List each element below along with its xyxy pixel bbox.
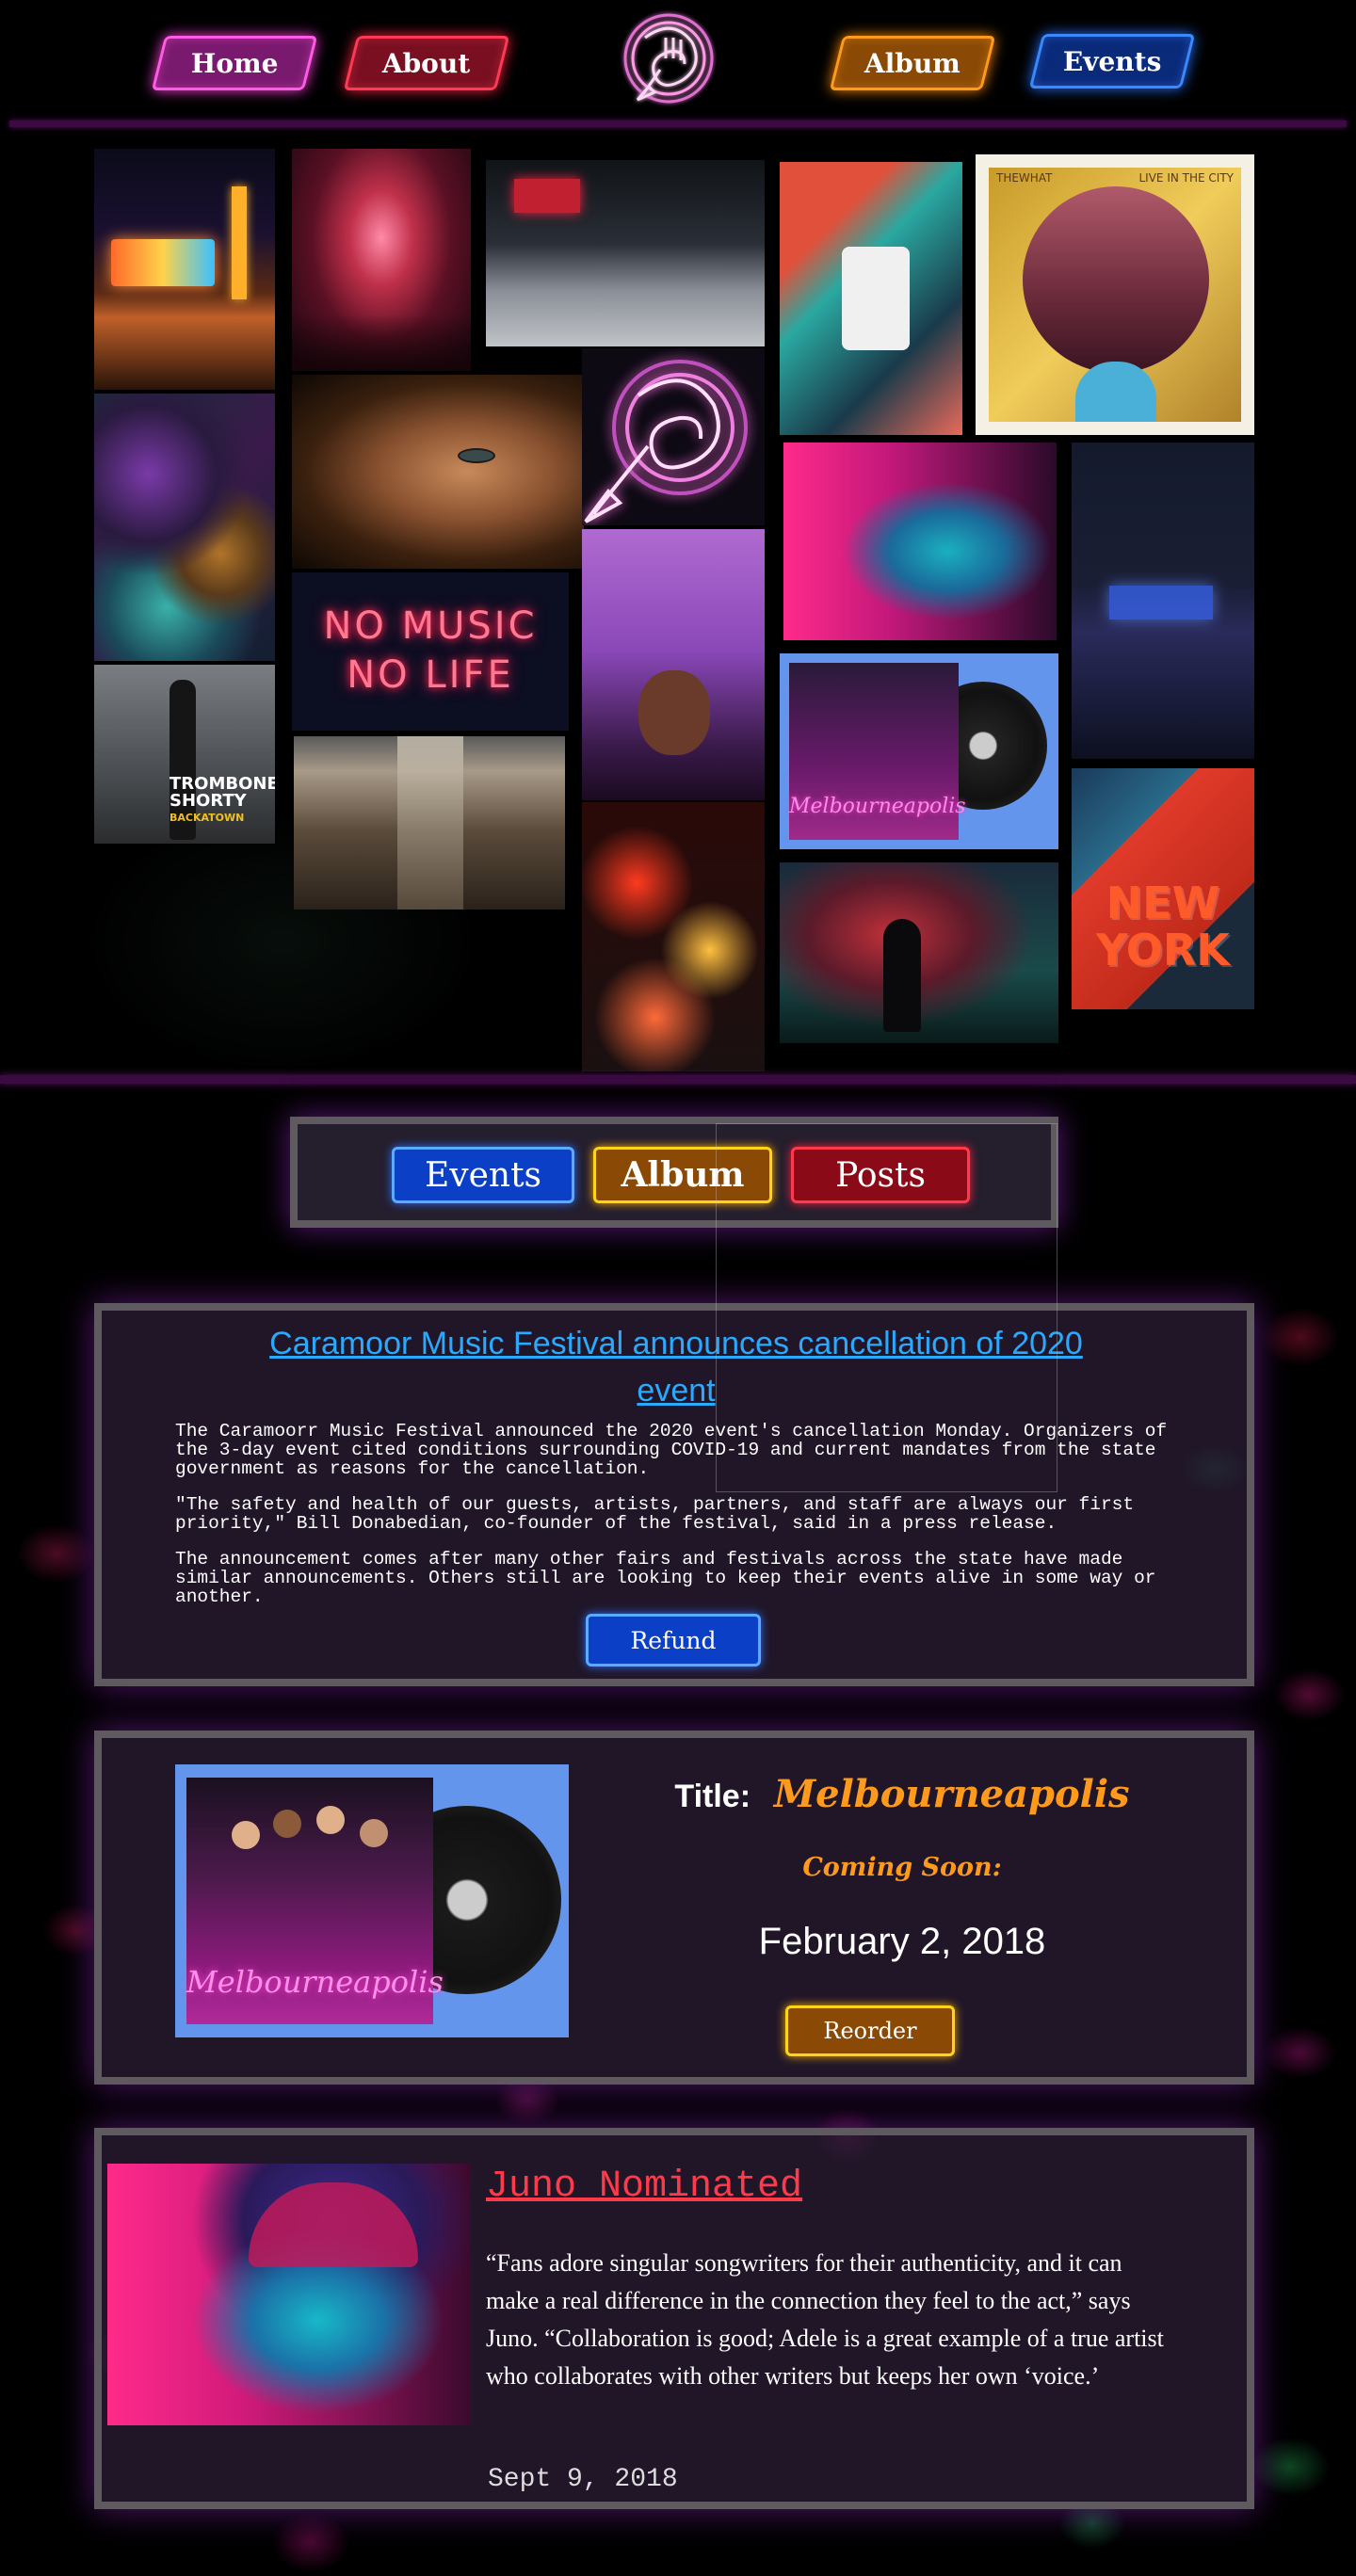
- no-music-no-life-neon-sign: NO MUSIC NO LIFE: [292, 572, 569, 731]
- juno-quote: “Fans adore singular songwriters for the…: [486, 2249, 1164, 2390]
- outline-overlay: [716, 1123, 1057, 1492]
- nav-events-label: Events: [1062, 45, 1162, 77]
- news-card: Caramoor Music Festival announces cancel…: [94, 1303, 1254, 1686]
- man-white-tshirt-photo: [780, 162, 962, 435]
- trombone-cover-album: BACKATOWN: [170, 812, 245, 824]
- juno-portrait-image: [107, 2164, 471, 2425]
- album-title-row: Title: Melbourneapolis: [667, 1772, 1138, 1816]
- album-cover-title: Melbourneapolis: [186, 1964, 444, 2000]
- tab-events-label: Events: [424, 1155, 542, 1195]
- news-paragraph: "The safety and health of our guests, ar…: [175, 1494, 1135, 1534]
- refund-label: Refund: [630, 1626, 717, 1654]
- no-music-sign-text: NO MUSIC: [323, 604, 538, 648]
- nav-home-label: Home: [190, 47, 279, 79]
- section-divider: [0, 1075, 1356, 1084]
- nav-album-button[interactable]: Album: [829, 36, 996, 90]
- album-title-value: Melbourneapolis: [773, 1772, 1130, 1816]
- pink-portrait-photo: [783, 443, 1057, 640]
- nav-album-label: Album: [864, 47, 960, 79]
- news-paragraph: The announcement comes after many other …: [175, 1549, 1156, 1607]
- coming-soon-label: Coming Soon:: [802, 1853, 1002, 1882]
- blurry-city-lights-photo: [582, 802, 765, 1071]
- tab-events[interactable]: Events: [392, 1147, 574, 1203]
- theater-marquee-photo: [94, 149, 275, 390]
- album-title-label: Title:: [674, 1779, 751, 1814]
- neon-trumpet-icon[interactable]: [617, 9, 717, 113]
- nav-about-label: About: [382, 47, 471, 79]
- city-cover-title: LIVE IN THE CITY: [1138, 171, 1235, 185]
- new-york-sign-photo: NEW YORK: [1072, 768, 1254, 1009]
- juno-post-card: Juno Nominated “Fans adore singular song…: [94, 2128, 1254, 2509]
- album-cover-image: Melbourneapolis: [175, 1764, 569, 2037]
- snowy-street-night-photo: [486, 160, 765, 346]
- nav-events-button[interactable]: Events: [1028, 34, 1196, 89]
- museum-hall-photo: [294, 736, 565, 910]
- trombone-shorty-cover: TROMBONE SHORTY BACKATOWN: [94, 665, 275, 844]
- woman-face-closeup-photo: [292, 375, 584, 569]
- nav-divider: [9, 121, 1347, 127]
- melbourneapolis-cover-thumb: Melbourneapolis: [780, 653, 1058, 849]
- juno-post-date: Sept 9, 2018: [488, 2465, 678, 2494]
- reorder-button[interactable]: Reorder: [785, 2005, 955, 2056]
- album-card: Melbourneapolis Title: Melbourneapolis C…: [94, 1731, 1254, 2085]
- blurry-figure-photo: [780, 862, 1058, 1043]
- purple-fluid-art-photo: [94, 394, 275, 661]
- refund-button[interactable]: Refund: [586, 1614, 761, 1666]
- nav-home-button[interactable]: Home: [151, 36, 318, 90]
- juno-title-link[interactable]: Juno Nominated: [486, 2165, 802, 2208]
- live-in-the-city-cover: THEWHAT LIVE IN THE CITY: [976, 154, 1254, 435]
- reorder-label: Reorder: [823, 2018, 917, 2044]
- no-life-sign-text: NO LIFE: [347, 653, 514, 697]
- trombone-cover-artist: SHORTY: [170, 791, 247, 811]
- nav-about-button[interactable]: About: [343, 36, 510, 90]
- neon-trumpet-sign-photo: [582, 348, 765, 525]
- new-york-line2: YORK: [1096, 925, 1230, 975]
- release-date: February 2, 2018: [758, 1921, 1046, 1962]
- concert-crowd-photo: [292, 149, 471, 371]
- neon-diner-night-photo: [1072, 443, 1254, 759]
- melbourneapolis-thumb-title: Melbourneapolis: [789, 795, 966, 818]
- man-looking-up-photo: [582, 529, 765, 800]
- new-york-line1: NEW: [1106, 877, 1220, 928]
